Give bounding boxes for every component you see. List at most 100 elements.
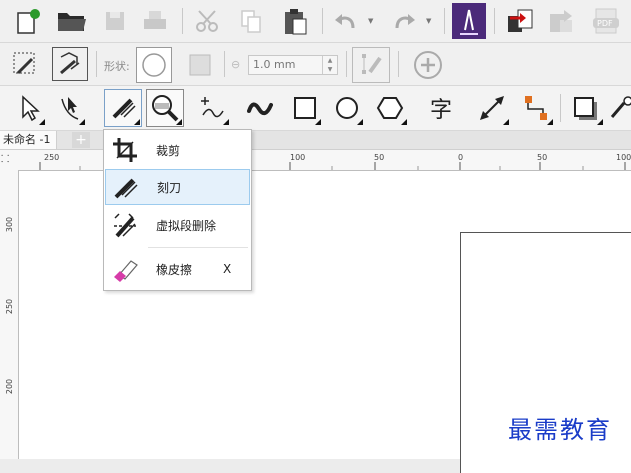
separator (224, 51, 225, 77)
undo-dropdown-icon[interactable]: ▼ (368, 17, 373, 25)
ruler-label: 250 (5, 298, 15, 315)
text-tool-icon: 字 (429, 98, 452, 123)
brush-stroke-icon (247, 102, 273, 116)
connector-tool-button[interactable] (518, 90, 554, 126)
ruler-label: 100 (290, 153, 306, 162)
shape-circle-button[interactable] (136, 47, 172, 83)
redo-dropdown-icon[interactable]: ▼ (426, 17, 431, 25)
scissors-icon (196, 10, 218, 32)
eyedropper-tool-button[interactable] (608, 90, 631, 126)
flyout-indicator (39, 119, 45, 125)
save-button[interactable] (98, 4, 132, 38)
menu-item-crop[interactable]: 裁剪 (105, 132, 250, 168)
open-button[interactable] (52, 4, 90, 38)
eyedropper-icon (610, 96, 631, 118)
pdf-icon: PDF (593, 8, 619, 34)
horizontal-ruler[interactable]: ⸬ 250 100 50 0 50 100 (0, 150, 631, 171)
artistic-media-button[interactable] (242, 90, 276, 126)
ruler-label: 50 (374, 153, 385, 162)
menu-item-knife[interactable]: 刻刀 (105, 169, 250, 205)
ruler-label: 300 (5, 216, 15, 233)
ruler-label: 200 (5, 378, 15, 395)
flyout-indicator (134, 119, 140, 125)
standard-toolbar: ▼ ▼ PDF (0, 0, 631, 43)
flyout-indicator (547, 119, 553, 125)
content-icon (460, 9, 478, 35)
flyout-indicator (401, 119, 407, 125)
crop-tool-flyout: 裁剪 刻刀 虚拟段删除 橡皮擦 X (103, 129, 252, 291)
search-content-button[interactable] (452, 3, 486, 39)
menu-item-shortcut: X (223, 262, 232, 276)
vertical-ruler[interactable]: 300 250 200 (0, 170, 19, 459)
publish-pdf-button[interactable]: PDF (588, 4, 626, 38)
separator (96, 51, 97, 77)
separator (346, 51, 347, 77)
menu-item-label: 橡皮擦 (156, 262, 193, 277)
ellipse-tool-button[interactable] (330, 90, 364, 126)
redo-button[interactable] (388, 4, 420, 38)
marquee-knife-icon (13, 52, 35, 75)
text-tool-button[interactable]: 字 (424, 90, 458, 126)
flyout-indicator (597, 119, 603, 125)
separator (444, 8, 445, 34)
import-icon (508, 9, 533, 32)
new-document-button[interactable] (10, 4, 44, 38)
document-tab-bar: 未命名 -1 + (0, 131, 631, 150)
menu-item-virtual-segment-delete[interactable]: 虚拟段删除 (105, 207, 250, 243)
svg-text:PDF: PDF (597, 19, 613, 28)
separator (494, 8, 495, 34)
property-bar: 形状: ⊖ 1.0 mm ▲ ▼ (0, 43, 631, 86)
paste-button[interactable] (278, 4, 312, 38)
ruler-label: 50 (537, 153, 548, 162)
flyout-indicator (315, 119, 321, 125)
dimension-tool-button[interactable] (474, 90, 510, 126)
crop-tool-group-button[interactable] (104, 89, 142, 127)
document-tab[interactable]: 未命名 -1 (0, 131, 58, 149)
ruler-origin-icon[interactable]: ⸬ (1, 151, 17, 169)
rectangle-tool-button[interactable] (288, 90, 322, 126)
ruler-label: 100 (616, 153, 631, 162)
print-button[interactable] (138, 4, 172, 38)
crop-icon (113, 138, 137, 162)
add-document-tab-button[interactable]: + (72, 132, 90, 148)
circle-icon (142, 53, 166, 77)
undo-icon (335, 14, 355, 29)
ruler-label: 250 (44, 153, 60, 162)
freehand-tool-button[interactable] (196, 90, 230, 126)
folder-icon (58, 13, 86, 31)
square-icon (189, 54, 211, 76)
pick-tool-button[interactable] (12, 90, 46, 126)
knife-icon (112, 98, 136, 119)
shape-tool-button[interactable] (52, 90, 86, 126)
zoom-tool-button[interactable] (146, 89, 184, 127)
eraser-node-icon (362, 54, 382, 74)
export-button[interactable] (544, 4, 580, 38)
knife-icon (114, 178, 138, 199)
outline-width-spinner[interactable]: ▲ ▼ (322, 56, 337, 74)
import-button[interactable] (502, 4, 538, 38)
menu-item-label: 裁剪 (156, 143, 181, 158)
undo-button[interactable] (330, 4, 362, 38)
watermark-text: 最需教育 (508, 416, 612, 444)
add-button[interactable] (410, 47, 446, 83)
toolbox: 字 (0, 86, 631, 131)
knife-mode-button[interactable] (52, 47, 88, 81)
flyout-indicator (176, 119, 182, 125)
auto-close-button[interactable] (352, 47, 390, 83)
separator (182, 8, 183, 34)
polygon-tool-button[interactable] (372, 90, 408, 126)
virtual-segment-delete-icon (114, 213, 136, 238)
shape-label: 形状: (104, 60, 130, 73)
copy-button[interactable] (234, 4, 268, 38)
menu-separator (148, 247, 248, 248)
shape-square-button[interactable] (182, 47, 218, 83)
outline-width-field[interactable]: 1.0 mm ▲ ▼ (248, 55, 338, 75)
menu-item-eraser[interactable]: 橡皮擦 X (105, 251, 250, 287)
printer-icon (144, 11, 166, 29)
flyout-indicator (357, 119, 363, 125)
split-shape-icon (60, 52, 80, 75)
save-icon (106, 12, 124, 30)
cut-button[interactable] (190, 4, 224, 38)
drop-shadow-tool-button[interactable] (568, 90, 604, 126)
pick-settings-button[interactable] (8, 47, 42, 81)
